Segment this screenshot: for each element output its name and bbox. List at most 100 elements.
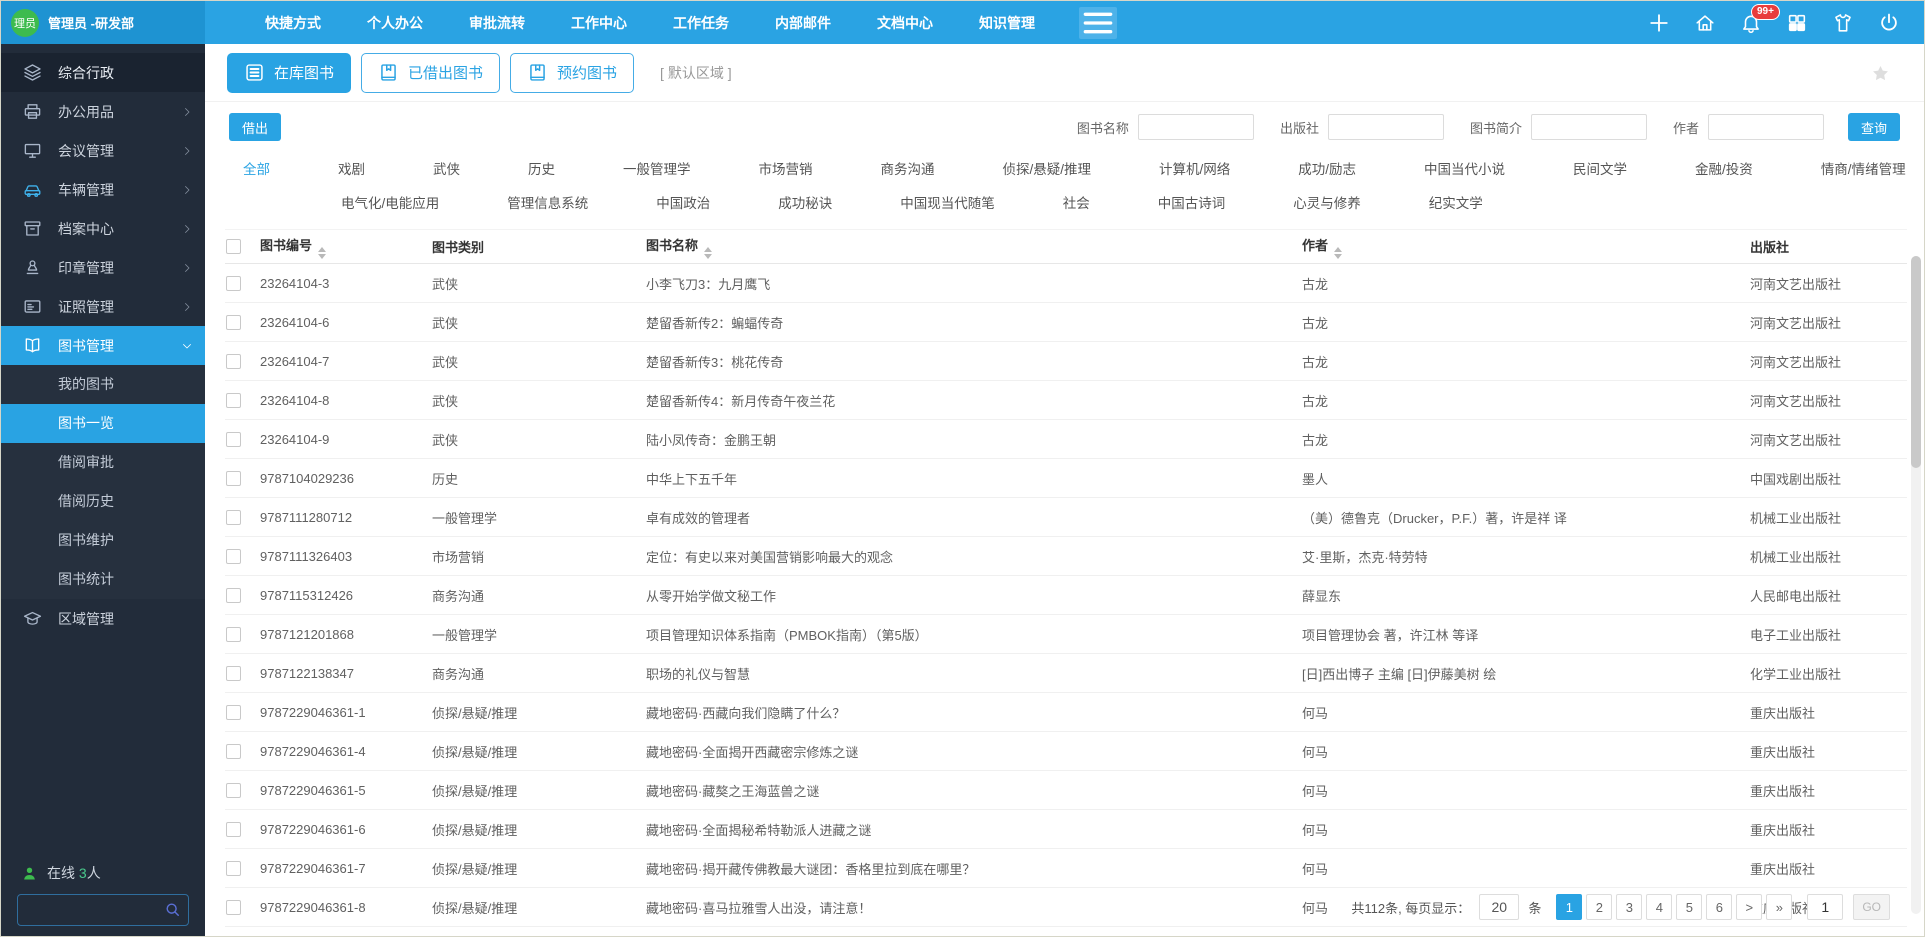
row-checkbox[interactable]	[226, 666, 241, 681]
category-link[interactable]: 戏剧	[304, 153, 399, 187]
page-jump-input[interactable]	[1807, 894, 1843, 920]
category-link[interactable]: 中国古诗词	[1124, 187, 1260, 221]
sidebar-subitem[interactable]: 借阅审批	[1, 443, 205, 482]
row-checkbox[interactable]	[226, 315, 241, 330]
category-link[interactable]: 历史	[494, 153, 589, 187]
sidebar-item[interactable]: 车辆管理	[1, 170, 205, 209]
nav-item-1[interactable]: 快捷方式	[265, 13, 321, 33]
category-link[interactable]: 电气化/电能应用	[307, 187, 473, 221]
sidebar-subitem[interactable]: 我的图书	[1, 365, 205, 404]
tab-2[interactable]: 已借出图书	[361, 53, 500, 93]
category-link[interactable]: 情商/情绪管理	[1787, 153, 1924, 187]
page-button-2[interactable]: 2	[1586, 894, 1612, 920]
row-checkbox[interactable]	[226, 822, 241, 837]
row-checkbox[interactable]	[226, 510, 241, 525]
filter-input-book-intro[interactable]	[1531, 114, 1647, 140]
go-button[interactable]: GO	[1853, 894, 1890, 920]
nav-item-3[interactable]: 审批流转	[469, 13, 525, 33]
nav-item-7[interactable]: 文档中心	[877, 13, 933, 33]
nav-item-8[interactable]: 知识管理	[979, 13, 1035, 33]
filter-input-book-name[interactable]	[1138, 114, 1254, 140]
sidebar-item[interactable]: 档案中心	[1, 209, 205, 248]
row-checkbox[interactable]	[226, 549, 241, 564]
category-link[interactable]: 心灵与修养	[1259, 187, 1395, 221]
col-header[interactable]: 图书编号	[259, 230, 431, 264]
category-link[interactable]: 金融/投资	[1661, 153, 1787, 187]
row-checkbox[interactable]	[226, 432, 241, 447]
tab-3[interactable]: 预约图书	[510, 53, 634, 93]
col-header[interactable]: 作者	[1301, 230, 1749, 264]
sidebar-subitem[interactable]: 图书统计	[1, 560, 205, 599]
sidebar-item[interactable]: 区域管理	[1, 599, 205, 638]
row-checkbox[interactable]	[226, 471, 241, 486]
row-checkbox[interactable]	[226, 393, 241, 408]
row-checkbox[interactable]	[226, 354, 241, 369]
query-button[interactable]: 查询	[1848, 113, 1900, 141]
filter-input-publisher[interactable]	[1328, 114, 1444, 140]
home-icon[interactable]	[1694, 12, 1716, 34]
sidebar-item[interactable]: 印章管理	[1, 248, 205, 287]
sidebar-subitem[interactable]: 借阅历史	[1, 482, 205, 521]
category-link[interactable]: 中国现当代随笔	[866, 187, 1029, 221]
category-link[interactable]: 一般管理学	[589, 153, 725, 187]
category-link[interactable]: 民间文学	[1539, 153, 1661, 187]
sidebar-subitem[interactable]: 图书一览	[1, 404, 205, 443]
sidebar-item[interactable]: 会议管理	[1, 131, 205, 170]
lend-button[interactable]: 借出	[229, 113, 281, 141]
scrollbar-track[interactable]	[1911, 256, 1921, 914]
sidebar-item[interactable]: 综合行政	[1, 53, 205, 92]
page-button-7[interactable]: >	[1736, 894, 1762, 920]
row-checkbox[interactable]	[226, 900, 241, 915]
category-link[interactable]: 管理信息系统	[473, 187, 622, 221]
select-all-checkbox[interactable]	[226, 239, 241, 254]
bell-icon[interactable]: 99+	[1740, 12, 1762, 34]
row-checkbox[interactable]	[226, 744, 241, 759]
category-link[interactable]: 中国政治	[622, 187, 744, 221]
sort-arrows[interactable]	[704, 247, 712, 259]
category-link[interactable]: 中国当代小说	[1390, 153, 1539, 187]
search-icon[interactable]	[164, 901, 181, 918]
category-link[interactable]: 侦探/悬疑/推理	[969, 153, 1126, 187]
sidebar-item[interactable]: 办公用品	[1, 92, 205, 131]
sidebar-item[interactable]: 证照管理	[1, 287, 205, 326]
apps-grid-icon[interactable]	[1786, 12, 1808, 34]
category-link[interactable]: 商务沟通	[847, 153, 969, 187]
category-link[interactable]: 计算机/网络	[1125, 153, 1264, 187]
page-button-3[interactable]: 3	[1616, 894, 1642, 920]
star-icon[interactable]	[1871, 64, 1890, 83]
nav-item-5[interactable]: 工作任务	[673, 13, 729, 33]
row-checkbox[interactable]	[226, 861, 241, 876]
sidebar-item[interactable]: 图书管理	[1, 326, 205, 365]
nav-item-4[interactable]: 工作中心	[571, 13, 627, 33]
row-checkbox[interactable]	[226, 276, 241, 291]
power-icon[interactable]	[1878, 12, 1900, 34]
sidebar-subitem[interactable]: 图书维护	[1, 521, 205, 560]
plus-icon[interactable]	[1648, 12, 1670, 34]
page-size-input[interactable]	[1479, 894, 1519, 920]
category-link[interactable]: 纪实文学	[1395, 187, 1517, 221]
category-link[interactable]: 市场营销	[725, 153, 847, 187]
row-checkbox[interactable]	[226, 627, 241, 642]
category-link[interactable]: 成功/励志	[1264, 153, 1390, 187]
page-button-4[interactable]: 4	[1646, 894, 1672, 920]
page-button-6[interactable]: 6	[1706, 894, 1732, 920]
row-checkbox[interactable]	[226, 588, 241, 603]
scrollbar-thumb[interactable]	[1911, 256, 1921, 468]
category-link[interactable]: 全部	[209, 153, 304, 187]
col-header[interactable]: 图书名称	[645, 230, 1301, 264]
user-area[interactable]: 理员 管理员 -研发部	[1, 1, 205, 44]
page-button-1[interactable]: 1	[1556, 894, 1582, 920]
tab-1[interactable]: 在库图书	[227, 53, 351, 93]
nav-item-2[interactable]: 个人办公	[367, 13, 423, 33]
nav-more-button[interactable]	[1079, 7, 1117, 39]
sort-arrows[interactable]	[318, 247, 326, 259]
category-link[interactable]: 武侠	[399, 153, 494, 187]
category-link[interactable]: 社会	[1029, 187, 1124, 221]
nav-item-6[interactable]: 内部邮件	[775, 13, 831, 33]
row-checkbox[interactable]	[226, 705, 241, 720]
theme-tshirt-icon[interactable]	[1832, 12, 1854, 34]
row-checkbox[interactable]	[226, 783, 241, 798]
page-button-8[interactable]: »	[1766, 894, 1792, 920]
sort-arrows[interactable]	[1334, 247, 1342, 259]
page-button-5[interactable]: 5	[1676, 894, 1702, 920]
